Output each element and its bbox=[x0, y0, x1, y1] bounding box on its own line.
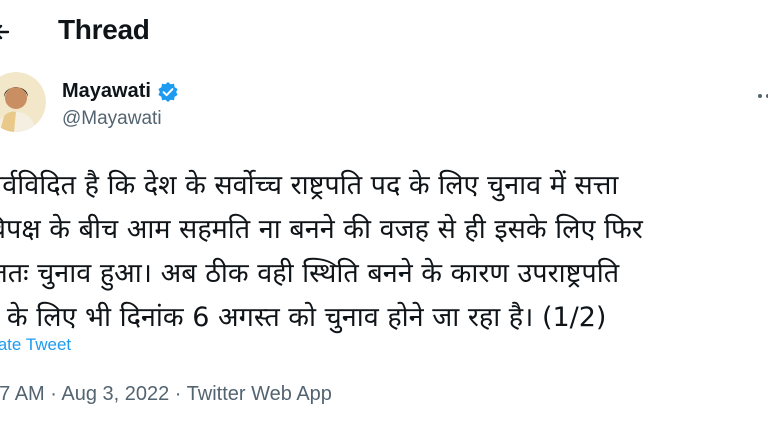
avatar[interactable] bbox=[0, 72, 46, 132]
more-options-icon[interactable] bbox=[756, 84, 768, 108]
tweet-text-line: विपक्ष के बीच आम सहमति ना बनने की वजह से… bbox=[0, 214, 643, 245]
tweet-text: सर्वविदित है कि देश के सर्वोच्च राष्ट्रप… bbox=[0, 164, 768, 340]
translate-tweet-link[interactable]: nslate Tweet bbox=[0, 335, 71, 355]
tweet-text-line: न्ततः चुनाव हुआ। अब ठीक वही स्थिति बनने … bbox=[0, 258, 620, 289]
tweet-text-line: द के लिए भी दिनांक 6 अगस्त को चुनाव होने… bbox=[0, 302, 607, 333]
tweet-thread-page: Thread Mayawati @Mayawati सर्वविदित है क… bbox=[0, 0, 768, 432]
author-handle[interactable]: @Mayawati bbox=[62, 108, 162, 130]
tweet-timestamp-source[interactable]: 57 AM · Aug 3, 2022 · Twitter Web App bbox=[0, 383, 332, 406]
verified-badge-icon bbox=[157, 81, 179, 103]
page-title: Thread bbox=[58, 14, 150, 45]
author-display-name[interactable]: Mayawati bbox=[62, 80, 179, 103]
back-arrow-icon[interactable] bbox=[0, 22, 14, 42]
tweet-text-line: सर्वविदित है कि देश के सर्वोच्च राष्ट्रप… bbox=[0, 170, 619, 201]
author-name-text[interactable]: Mayawati bbox=[62, 80, 151, 103]
